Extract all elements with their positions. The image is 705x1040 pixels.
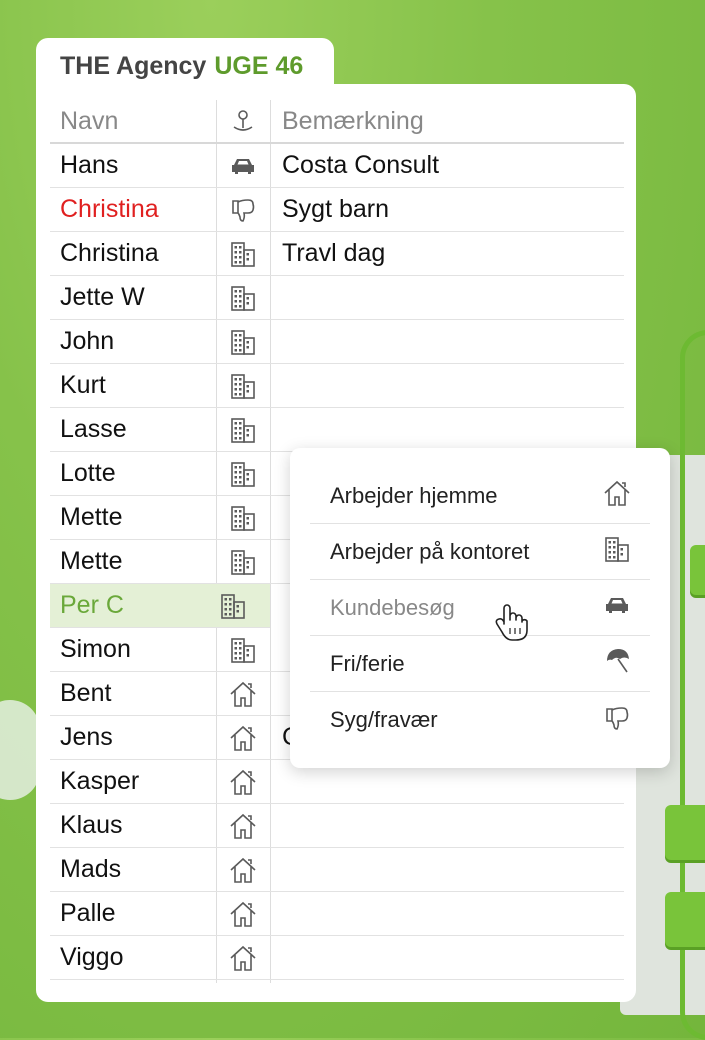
menu-item[interactable]: Fri/ferie [310,636,650,692]
car-icon[interactable] [216,151,270,181]
background-block [665,892,705,947]
menu-item-label: Syg/fravær [330,707,438,732]
office-building-icon [602,534,632,569]
office-building-icon[interactable] [207,591,258,621]
menu-pointer [272,592,292,628]
employee-name: Hans [60,151,119,179]
table-row[interactable]: Christina Travl dag [50,232,624,276]
table-row[interactable]: Jette W [50,276,624,320]
background-block [690,545,705,595]
table-row[interactable]: Lasse [50,408,624,452]
employee-name: Per C [60,591,124,619]
table-row[interactable]: John [50,320,624,364]
employee-name: Mette [60,547,123,575]
table-row[interactable]: Christina Sygt barn [50,188,624,232]
table-row[interactable]: Kurt [50,364,624,408]
office-building-icon[interactable] [216,239,270,269]
employee-name: Kurt [60,371,106,399]
office-building-icon[interactable] [216,327,270,357]
employee-name: Simon [60,635,131,663]
home-icon[interactable] [216,811,270,841]
hand-cursor-icon [495,604,528,641]
page-title: THE Agency UGE 46 [60,52,303,81]
employee-name: Jens [60,723,113,751]
office-building-icon[interactable] [216,415,270,445]
menu-item-label: Arbejder på kontoret [330,538,530,564]
week-label: UGE 46 [214,52,304,80]
table-row[interactable]: Klaus [50,804,624,848]
thumbs-down-icon [602,703,632,738]
employee-name: Klaus [60,811,123,839]
table-row[interactable]: Per C [50,584,270,628]
employee-name: Jette W [60,283,145,311]
office-building-icon[interactable] [216,635,270,665]
map-pin-icon [216,106,270,136]
home-icon [602,478,632,513]
menu-item-label: Arbejder hjemme [330,482,498,508]
menu-item[interactable]: Kundebesøg [310,580,650,636]
employee-name: Palle [60,899,116,927]
employee-name: John [60,327,115,355]
table-row[interactable]: Viggo [50,936,624,980]
employee-note[interactable]: Travl dag [270,239,624,268]
employee-name: Mads [60,855,122,883]
home-icon[interactable] [216,943,270,973]
employee-note[interactable]: Costa Consult [270,151,624,180]
agency-name: THE Agency [60,52,207,80]
home-icon[interactable] [216,855,270,885]
home-icon[interactable] [216,679,270,709]
thumbs-down-icon[interactable] [216,195,270,225]
employee-name: Mette [60,503,123,531]
home-icon[interactable] [216,723,270,753]
employee-name: Bent [60,679,112,707]
table-header: Navn Bemærkning [50,100,624,144]
menu-item-label: Kundebesøg [330,594,455,620]
table-row[interactable]: Hans Costa Consult [50,144,624,188]
menu-item[interactable]: Arbejder på kontoret [310,524,650,580]
table-row[interactable]: Palle [50,892,624,936]
employee-name: Viggo [60,943,124,971]
menu-item-label: Fri/ferie [330,650,405,676]
employee-name: Lasse [60,415,127,443]
office-building-icon[interactable] [216,459,270,489]
office-building-icon[interactable] [216,371,270,401]
employee-name: Lotte [60,459,116,487]
office-building-icon[interactable] [216,503,270,533]
menu-item[interactable]: Syg/fravær [310,692,650,748]
employee-name: Christina [60,239,159,267]
employee-name: Christina [60,195,159,223]
office-building-icon[interactable] [216,283,270,313]
menu-item[interactable]: Arbejder hjemme [310,468,650,524]
employee-name: Kasper [60,767,140,795]
background-block [665,805,705,860]
status-menu: Arbejder hjemme Arbejder på kontoret Kunde… [290,448,670,768]
background-cloud [0,700,40,800]
note-column-header: Bemærkning [282,106,424,135]
umbrella-icon [602,646,632,681]
car-icon [602,590,632,625]
home-icon[interactable] [216,767,270,797]
name-column-header: Navn [60,106,119,135]
employee-note[interactable]: Sygt barn [270,195,624,224]
home-icon[interactable] [216,899,270,929]
table-row[interactable]: Mads [50,848,624,892]
office-building-icon[interactable] [216,547,270,577]
